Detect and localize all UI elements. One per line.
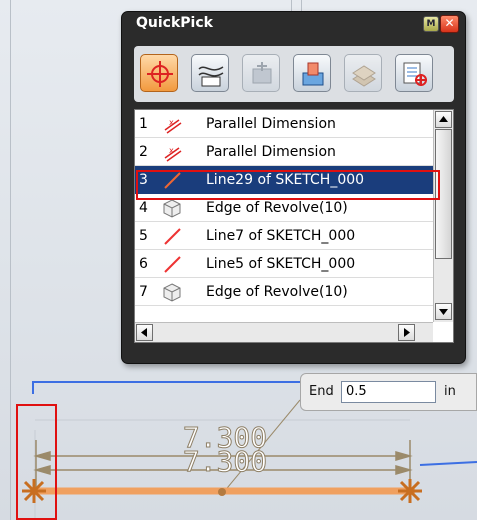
sketch-line-icon [161, 253, 183, 279]
scroll-left-button[interactable] [136, 324, 153, 341]
list-item-label: Parallel Dimension [206, 144, 336, 160]
list-item-label: Line5 of SKETCH_000 [206, 256, 356, 272]
scroll-right-button[interactable] [398, 324, 415, 341]
close-button[interactable]: ✕ [440, 15, 459, 33]
list-item-label: Line7 of SKETCH_000 [206, 228, 356, 244]
horizontal-scrollbar[interactable] [135, 322, 433, 342]
quickpick-title: QuickPick [136, 15, 213, 31]
curve-icon[interactable] [191, 54, 229, 92]
end-input-box: End 0.5 in [300, 373, 477, 411]
parallel-dimension-icon: x [161, 141, 183, 167]
line-midpoint [218, 488, 226, 496]
selection-highlight-box [136, 170, 440, 200]
quickpick-list[interactable]: 1 x Parallel Dimension 2 x Parallel Dime… [134, 109, 454, 343]
svg-text:x: x [169, 118, 174, 127]
minimize-button[interactable]: M [423, 16, 439, 32]
list-item-index: 2 [139, 144, 148, 160]
list-item[interactable]: 7 Edge of Revolve(10) [135, 278, 433, 306]
sheet-body-icon[interactable] [344, 54, 382, 92]
list-item[interactable]: 1 x Parallel Dimension [135, 110, 433, 138]
endpoint-highlight-box [16, 404, 57, 520]
list-item-index: 6 [139, 256, 148, 272]
end-unit-label: in [444, 384, 456, 399]
list-item-label: Parallel Dimension [206, 116, 336, 132]
sketch-boundary-line-right [419, 461, 477, 466]
vertical-scrollbar[interactable] [433, 110, 453, 322]
sketch-boundary-line [32, 381, 302, 394]
sketch-line-icon [161, 225, 183, 251]
selection-filter-toolbar [134, 46, 454, 102]
face-icon[interactable] [242, 54, 280, 92]
end-label: End [309, 384, 334, 399]
scroll-up-button[interactable] [435, 111, 452, 128]
feature-list-icon[interactable] [395, 54, 433, 92]
end-value-field[interactable]: 0.5 [341, 381, 436, 403]
list-item-index: 5 [139, 228, 148, 244]
crosshair-point-icon[interactable] [140, 54, 178, 92]
dimension-lower: 7.300 [183, 445, 267, 478]
revolve-edge-icon [161, 197, 183, 223]
svg-text:x: x [169, 146, 174, 155]
list-item[interactable]: 6 Line5 of SKETCH_000 [135, 250, 433, 278]
list-item-index: 4 [139, 200, 148, 216]
scroll-down-button[interactable] [435, 303, 452, 320]
revolve-edge-icon [161, 281, 183, 307]
list-item-label: Edge of Revolve(10) [206, 200, 348, 216]
list-item-label: Edge of Revolve(10) [206, 284, 348, 300]
list-item-index: 7 [139, 284, 148, 300]
list-item[interactable]: 2 x Parallel Dimension [135, 138, 433, 166]
list-item[interactable]: 5 Line7 of SKETCH_000 [135, 222, 433, 250]
solid-body-icon[interactable] [293, 54, 331, 92]
parallel-dimension-icon: x [161, 113, 183, 139]
list-item-index: 1 [139, 116, 148, 132]
